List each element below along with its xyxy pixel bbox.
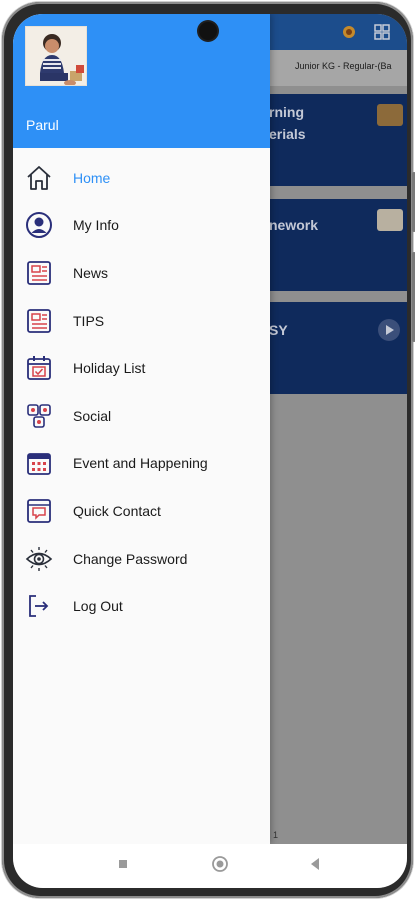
class-label: Junior KG - Regular-(Ba [295,61,392,71]
tips-icon [27,308,51,333]
menu-label: TIPS [73,312,105,329]
menu-label: My Info [73,217,119,234]
video-card[interactable]: SY [269,302,407,394]
home-icon [27,165,51,190]
card-subtitle: erials [269,126,306,142]
menu-item-event-and-happening[interactable]: Event and Happening [13,440,270,488]
badge-icon[interactable] [341,24,357,40]
system-nav-bar [13,844,407,888]
menu-label: Holiday List [73,360,146,377]
social-icon [27,403,51,428]
user-name: Parul [26,117,59,133]
menu-item-log-out[interactable]: Log Out [13,582,270,630]
menu-item-news[interactable]: News [13,249,270,297]
recents-icon[interactable] [117,858,129,870]
menu-label: Event and Happening [73,455,208,472]
user-icon [26,212,52,239]
menu-label: Log Out [73,598,123,615]
phone-frame: Junior KG - Regular-(Ba rning erials new… [2,2,415,898]
page-number: 1 [273,830,279,840]
screen: Junior KG - Regular-(Ba rning erials new… [13,14,407,888]
navigation-drawer: Parul Home My Info News TIPS Holiday Lis… [13,14,270,844]
calendar-icon [27,356,51,381]
logout-icon [29,595,49,618]
news-icon [27,261,51,285]
pencil-icon [377,209,403,231]
menu-item-holiday-list[interactable]: Holiday List [13,344,270,392]
menu-item-tips[interactable]: TIPS [13,297,270,345]
home-button-icon[interactable] [211,855,229,873]
menu-label: Quick Contact [73,502,161,519]
card-title: rning [269,104,304,120]
grid-icon[interactable] [374,24,390,40]
menu-item-quick-contact[interactable]: Quick Contact [13,487,270,535]
books-icon [377,104,403,126]
back-icon[interactable] [309,857,321,871]
avatar[interactable] [25,26,87,86]
contact-icon [27,499,51,523]
eye-icon [25,546,53,571]
menu-label: Home [73,169,111,186]
front-camera [199,22,217,40]
homework-card[interactable]: nework [269,199,407,291]
menu-item-my-info[interactable]: My Info [13,202,270,250]
play-icon [378,319,400,341]
learning-materials-card[interactable]: rning erials [269,94,407,186]
menu-item-change-password[interactable]: Change Password [13,535,270,583]
drawer-menu: Home My Info News TIPS Holiday List Soci… [13,154,270,630]
event-calendar-icon [27,453,51,476]
menu-item-social[interactable]: Social [13,392,270,440]
menu-label: News [73,264,109,281]
menu-label: Change Password [73,550,188,567]
menu-item-home[interactable]: Home [13,154,270,202]
menu-label: Social [73,407,112,424]
card-title: SY [269,322,288,338]
card-title: nework [269,217,319,233]
drawer-header: Parul [13,14,270,148]
